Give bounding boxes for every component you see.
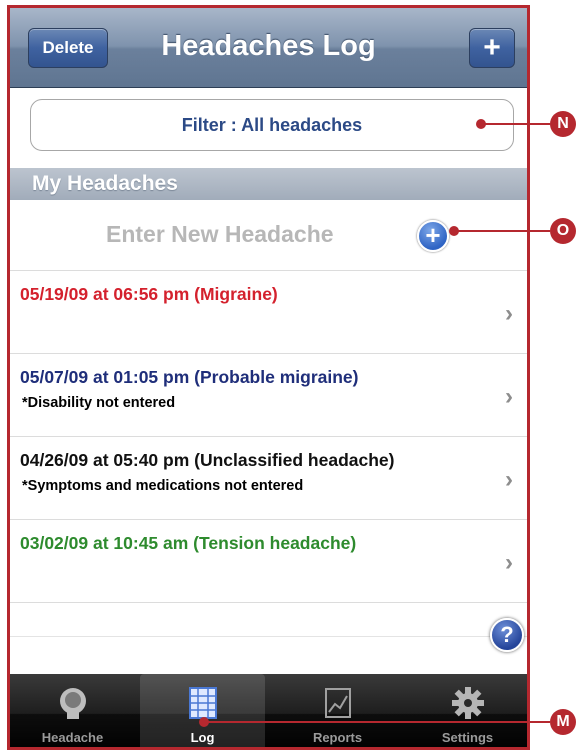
callout-badge-n: N xyxy=(550,111,576,137)
list-item[interactable]: 05/19/09 at 06:56 pm (Migraine) › xyxy=(10,272,527,354)
list-item[interactable]: 03/02/09 at 10:45 am (Tension headache) … xyxy=(10,521,527,603)
chevron-right-icon: › xyxy=(505,383,513,410)
page-title: Headaches Log xyxy=(161,30,376,62)
entry-note: *Symptoms and medications not entered xyxy=(22,478,304,494)
entry-title: 04/26/09 at 05:40 pm (Unclassified heada… xyxy=(20,450,395,470)
callout-line-m xyxy=(204,721,550,723)
enter-new-headache-label: Enter New Headache xyxy=(106,221,334,247)
list-item[interactable]: 04/26/09 at 05:40 pm (Unclassified heada… xyxy=(10,438,527,520)
add-circle-icon[interactable]: + xyxy=(417,220,449,252)
tab-label: Log xyxy=(190,730,215,745)
gear-icon xyxy=(449,684,487,722)
tab-label: Settings xyxy=(441,730,494,745)
chevron-right-icon: › xyxy=(505,300,513,327)
tab-headache[interactable]: Headache xyxy=(10,674,135,747)
divider xyxy=(10,636,527,637)
navigation-bar: Delete Headaches Log + xyxy=(10,8,527,88)
tab-settings[interactable]: Settings xyxy=(405,674,527,747)
entry-note: *Disability not entered xyxy=(22,395,176,411)
section-header: My Headaches xyxy=(10,168,527,200)
callout-line-o xyxy=(454,230,550,232)
enter-new-headache-row[interactable]: Enter New Headache + xyxy=(10,201,527,271)
callout-badge-o: O xyxy=(550,218,576,244)
help-icon[interactable]: ? xyxy=(490,618,524,652)
tab-bar: Headache Log Reports Settings xyxy=(10,674,527,747)
list-item[interactable]: 05/07/09 at 01:05 pm (Probable migraine)… xyxy=(10,355,527,437)
head-icon xyxy=(54,684,92,722)
add-headache-button[interactable]: + xyxy=(469,28,515,68)
app-frame: Delete Headaches Log + Filter : All head… xyxy=(7,5,530,750)
chevron-right-icon: › xyxy=(505,466,513,493)
entry-title: 05/19/09 at 06:56 pm (Migraine) xyxy=(20,284,278,304)
callout-badge-m: M xyxy=(550,709,576,735)
entry-title: 03/02/09 at 10:45 am (Tension headache) xyxy=(20,533,357,553)
tab-log[interactable]: Log xyxy=(140,674,265,747)
tab-label: Headache xyxy=(41,730,104,745)
tab-reports[interactable]: Reports xyxy=(275,674,400,747)
callout-line-n xyxy=(480,123,550,125)
entry-title: 05/07/09 at 01:05 pm (Probable migraine) xyxy=(20,367,359,387)
filter-button[interactable]: Filter : All headaches xyxy=(30,99,514,151)
reports-icon xyxy=(319,684,357,722)
chevron-right-icon: › xyxy=(505,549,513,576)
tab-label: Reports xyxy=(312,730,363,745)
